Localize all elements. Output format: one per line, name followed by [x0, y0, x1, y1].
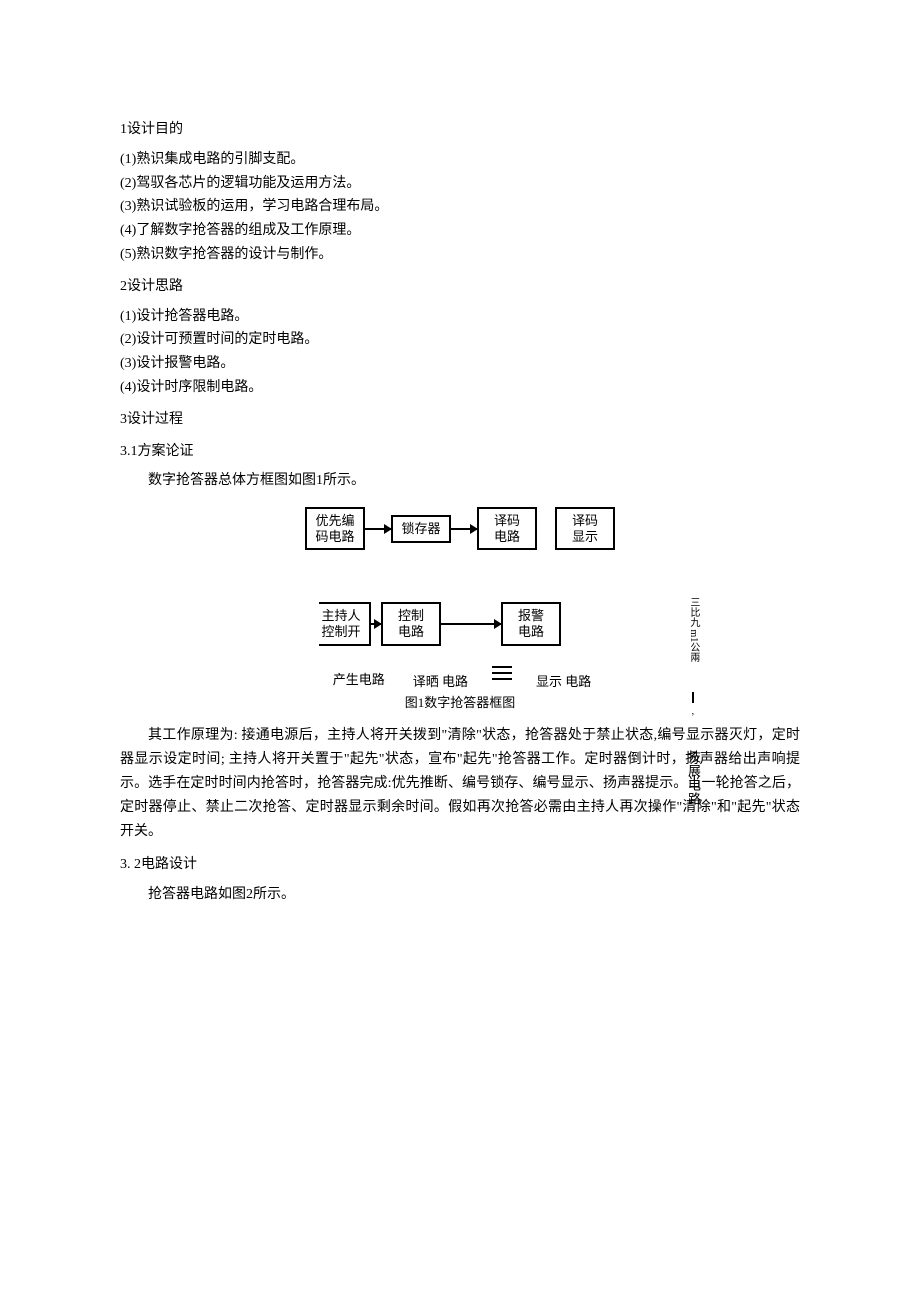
- box-decode-display: 译码 显示: [555, 507, 615, 550]
- section-3-1-title: 3.1方案论证: [120, 440, 800, 464]
- s1-item-2: (2)驾驭各芯片的逻辑功能及运用方法。: [120, 172, 800, 196]
- side-tag: 三比九 m1公兩: [688, 597, 698, 662]
- s1-item-4: (4)了解数字抢答器的组成及工作原理。: [120, 219, 800, 243]
- s2-item-4: (4)设计时序限制电路。: [120, 376, 800, 400]
- section-3-1-intro: 数字抢答器总体方框图如图1所示。: [120, 469, 800, 493]
- s1-item-3: (3)熟识试验板的运用，学习电路合理布局。: [120, 195, 800, 219]
- box-decoder: 译码 电路: [477, 507, 537, 550]
- section-3-2-intro: 抢答器电路如图2所示。: [120, 883, 800, 907]
- section-3-title: 3设计过程: [120, 408, 800, 432]
- s2-item-2: (2)设计可预置时间的定时电路。: [120, 328, 800, 352]
- s1-item-5: (5)熟识数字抢答器的设计与制作。: [120, 243, 800, 267]
- diagram-caption: 图1数字抢答器框图: [250, 692, 670, 714]
- spacer: [537, 528, 555, 529]
- box-priority-encoder: 优先编 码电路: [305, 507, 365, 550]
- section-2-title: 2设计思路: [120, 275, 800, 299]
- box-generator: 产生电路: [329, 671, 389, 690]
- box-latch: 锁存器: [391, 515, 451, 543]
- ladder-icon: [492, 664, 512, 691]
- box-alarm-circuit: 报警 电路: [501, 602, 561, 645]
- arrow-icon: [365, 528, 391, 530]
- s1-item-1: (1)熟识集成电路的引脚支配。: [120, 148, 800, 172]
- diagram-row-1: 优先编 码电路 锁存器 译码 电路 译码 显示: [250, 507, 670, 550]
- arrow-icon: [451, 528, 477, 530]
- diagram-row-2: 主持人 控制开 控制 电路 报警 电路: [250, 602, 670, 645]
- box-display: 显示 电路: [536, 675, 591, 690]
- box-control-circuit: 控制 电路: [381, 602, 441, 645]
- s2-item-1: (1)设计抢答器电路。: [120, 305, 800, 329]
- box-host-switch: 主持人 控制开: [319, 602, 371, 645]
- diagram-row-3: 产生电路 译晒 电路 显示 电路: [250, 664, 670, 691]
- arrow-icon: [441, 623, 501, 625]
- box-decode2: 译晒 电路: [413, 675, 468, 690]
- section-3-2-title: 3. 2电路设计: [120, 853, 800, 877]
- s2-item-3: (3)设计报警电路。: [120, 352, 800, 376]
- side-vertical-label: 技展电路: [686, 750, 700, 806]
- arrow-icon: [371, 623, 381, 625]
- section-1-title: 1设计目的: [120, 118, 800, 142]
- diagram-right-column: 三比九 m1公兩 , 技展电路: [686, 597, 700, 806]
- document-page: 1设计目的 (1)熟识集成电路的引脚支配。 (2)驾驭各芯片的逻辑功能及运用方法…: [0, 0, 920, 1301]
- connector-stub: ,: [692, 692, 695, 720]
- block-diagram: 优先编 码电路 锁存器 译码 电路 译码 显示 主持人 控制开 控制 电路 报警…: [250, 507, 670, 714]
